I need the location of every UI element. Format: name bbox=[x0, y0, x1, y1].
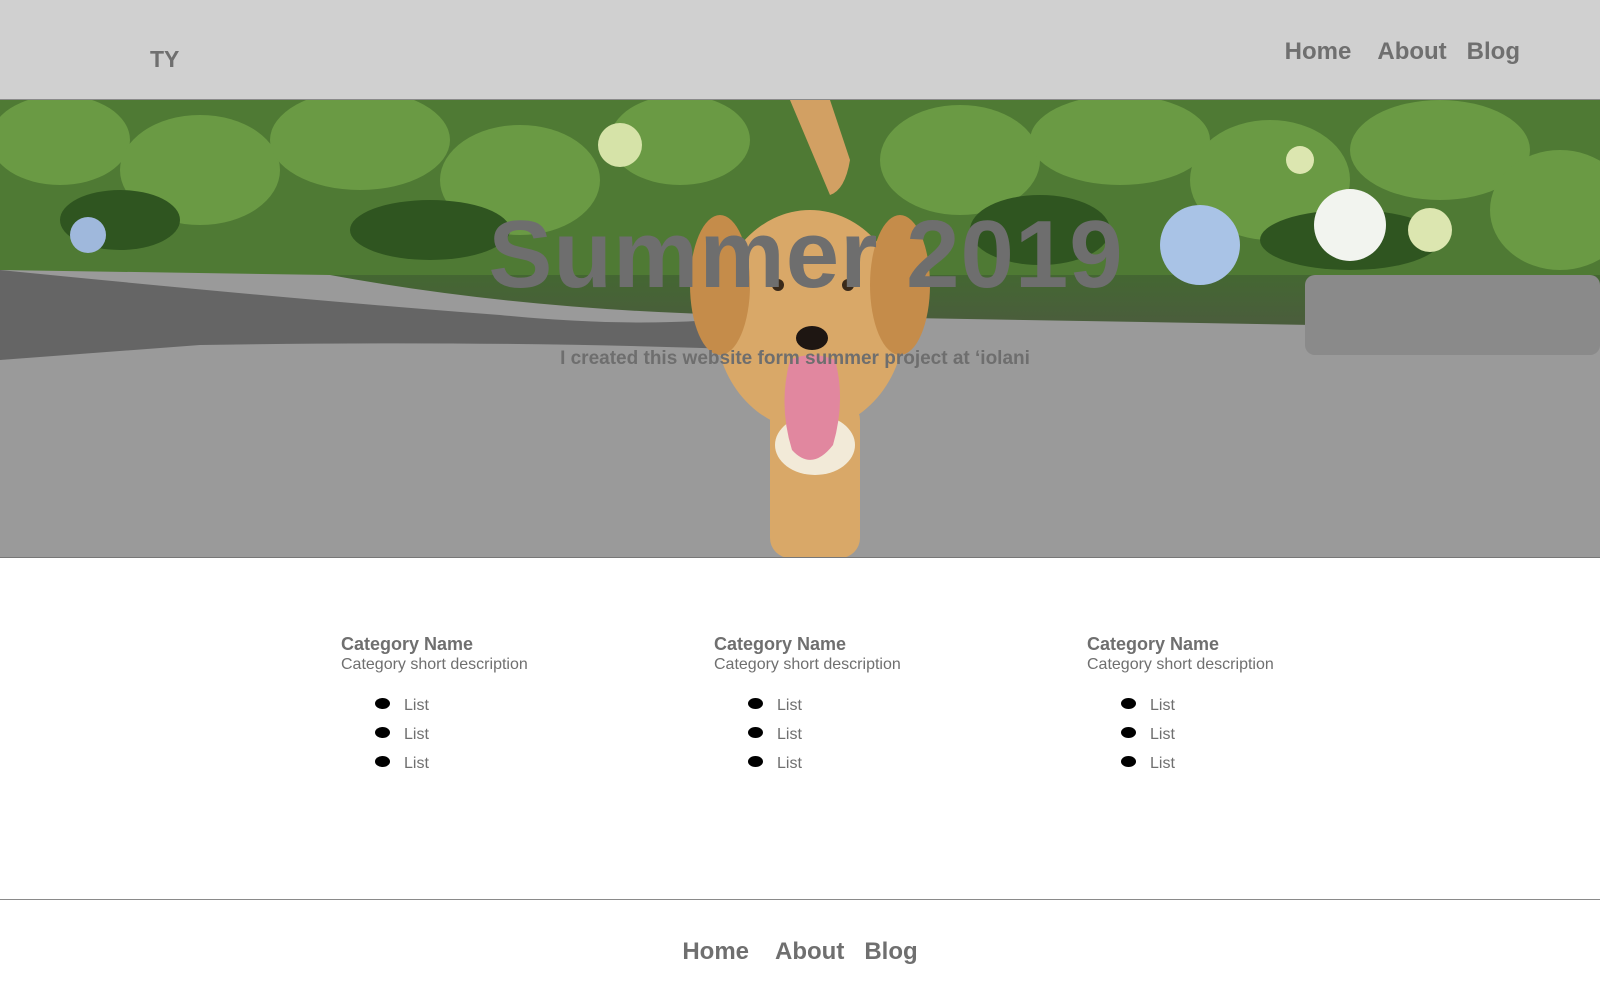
category-description: Category short description bbox=[341, 656, 528, 673]
footer-divider bbox=[0, 899, 1600, 900]
bullet-icon bbox=[1121, 698, 1136, 709]
list-item-label: List bbox=[777, 696, 802, 714]
category-name: Category Name bbox=[1087, 634, 1220, 654]
category-description: Category short description bbox=[1087, 656, 1274, 673]
category-card: Category Name Category short description… bbox=[1087, 634, 1407, 778]
list-item-label: List bbox=[777, 725, 802, 743]
hero-subtitle: I created this website form summer proje… bbox=[560, 348, 1030, 369]
list-item-label: List bbox=[1150, 754, 1175, 772]
list-item-label: List bbox=[404, 725, 429, 743]
list-item-label: List bbox=[1150, 725, 1175, 743]
footer-nav: Home About Blog bbox=[0, 938, 1600, 966]
footer-home-link[interactable]: Home bbox=[682, 938, 749, 966]
category-list: List List List bbox=[1087, 691, 1407, 778]
footer-about-link[interactable]: About bbox=[775, 938, 844, 966]
category-description: Category short description bbox=[714, 656, 901, 673]
list-item: List bbox=[748, 691, 1034, 720]
list-item: List bbox=[375, 720, 661, 749]
nav-blog-link[interactable]: Blog bbox=[1467, 38, 1520, 66]
list-item: List bbox=[1121, 691, 1407, 720]
bullet-icon bbox=[748, 727, 763, 738]
nav-about-link[interactable]: About bbox=[1377, 38, 1446, 66]
site-header: TY Home About Blog bbox=[0, 0, 1600, 100]
bullet-icon bbox=[1121, 727, 1136, 738]
list-item: List bbox=[1121, 749, 1407, 778]
hero-dog-image bbox=[0, 100, 1600, 557]
nav-home-link[interactable]: Home bbox=[1285, 38, 1352, 66]
category-list: List List List bbox=[714, 691, 1034, 778]
list-item: List bbox=[748, 749, 1034, 778]
bullet-icon bbox=[375, 698, 390, 709]
list-item: List bbox=[375, 749, 661, 778]
bullet-icon bbox=[748, 698, 763, 709]
list-item-label: List bbox=[404, 696, 429, 714]
category-list: List List List bbox=[341, 691, 661, 778]
list-item-label: List bbox=[1150, 696, 1175, 714]
hero-title: Summer 2019 bbox=[488, 201, 1124, 308]
bullet-icon bbox=[748, 756, 763, 767]
list-item-label: List bbox=[777, 754, 802, 772]
bullet-icon bbox=[375, 756, 390, 767]
top-nav: Home About Blog bbox=[1285, 38, 1520, 66]
list-item: List bbox=[1121, 720, 1407, 749]
list-item: List bbox=[748, 720, 1034, 749]
footer-blog-link[interactable]: Blog bbox=[864, 938, 917, 966]
site-logo[interactable]: TY bbox=[150, 46, 179, 73]
list-item: List bbox=[375, 691, 661, 720]
category-name: Category Name bbox=[714, 634, 847, 654]
category-card: Category Name Category short description… bbox=[341, 634, 661, 778]
hero-banner: Summer 2019 I created this website form … bbox=[0, 100, 1600, 558]
category-card: Category Name Category short description… bbox=[714, 634, 1034, 778]
bullet-icon bbox=[1121, 756, 1136, 767]
list-item-label: List bbox=[404, 754, 429, 772]
bullet-icon bbox=[375, 727, 390, 738]
category-name: Category Name bbox=[341, 634, 474, 654]
